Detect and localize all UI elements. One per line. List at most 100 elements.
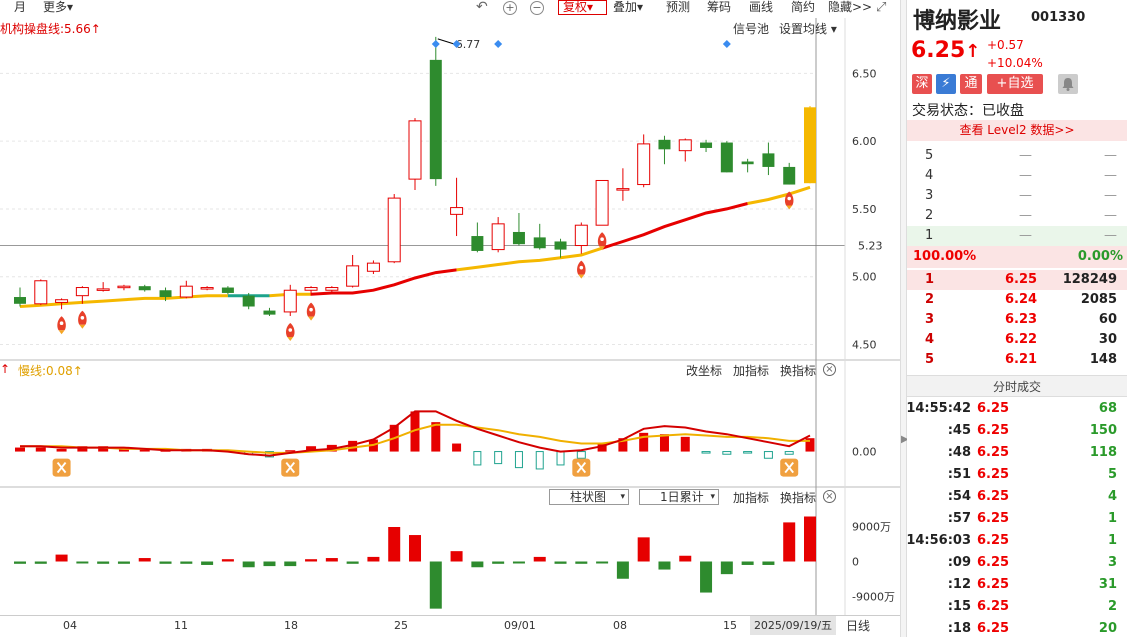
macd-bar (743, 451, 753, 454)
vol-add-indicator-button[interactable]: 加指标 (733, 489, 769, 506)
tick-price: 6.25 (977, 599, 1010, 614)
candle-body (200, 287, 214, 290)
volume-bar (616, 561, 629, 579)
macd-add-indicator-button[interactable]: 加指标 (733, 362, 769, 379)
candle-body (429, 59, 442, 180)
hide-button[interactable]: 隐藏>> (828, 0, 872, 16)
alert-bell-icon[interactable] (1058, 74, 1078, 94)
accumulation-select[interactable]: 1日累计 ▾ (639, 489, 719, 505)
connect-badge: 通 (960, 74, 982, 94)
draw-line-button[interactable]: 画线 (749, 0, 773, 16)
candle-body (366, 262, 380, 272)
tick-volume: 31 (1098, 577, 1117, 592)
price-tick: 4.50 (852, 338, 877, 351)
bid-row[interactable]: 5 6.21 148 (907, 350, 1127, 370)
ask-row[interactable]: 5 — — (907, 146, 1127, 166)
signal-diamond-icon (431, 40, 440, 48)
candle-body (741, 161, 754, 165)
tick-row: :45 6.25 150 (907, 421, 1127, 443)
volume-bar (554, 561, 567, 564)
forecast-button[interactable]: 预测 (666, 0, 690, 16)
candle-body (762, 153, 775, 167)
date-label: 08 (613, 619, 627, 632)
candle-body (346, 265, 360, 287)
tick-row: :12 6.25 31 (907, 575, 1127, 597)
lightning-icon[interactable]: ⚡ (936, 74, 956, 94)
bid-volume: 128249 (1062, 272, 1117, 287)
chips-button[interactable]: 筹码 (707, 0, 731, 16)
ask-level: 3 (925, 188, 934, 203)
bid-level: 3 (925, 312, 935, 327)
expand-icon[interactable]: ⤢ (876, 0, 886, 16)
volume-bar (201, 561, 214, 565)
ask-row[interactable]: 4 — — (907, 166, 1127, 186)
volume-bar (346, 561, 359, 564)
last-price: 6.25↑ (911, 38, 981, 63)
bid-level: 2 (925, 292, 935, 307)
max-price-pointer (437, 38, 454, 45)
volume-bar (367, 556, 380, 562)
period-label[interactable]: 日线 (846, 617, 870, 634)
bid-row[interactable]: 3 6.23 60 (907, 310, 1127, 330)
signal-pool-button[interactable]: 信号池 (733, 20, 769, 37)
bid-row[interactable]: 1 6.25 128249 (907, 270, 1127, 290)
kline-chart[interactable]: 6.506.005.505.004.505.236.770.009000万0-9… (0, 0, 900, 615)
level2-link[interactable]: 查看 Level2 数据>> (907, 120, 1127, 141)
fuquan-dropdown[interactable]: 复权▾ (558, 0, 607, 15)
simple-button[interactable]: 简约 (791, 0, 815, 16)
volume-bar (783, 522, 796, 562)
volume-bar (180, 561, 193, 564)
volume-bar (700, 561, 713, 593)
overlay-menu[interactable]: 叠加▾ (613, 0, 643, 16)
volume-bar (34, 561, 47, 564)
bid-price: 6.21 (1005, 352, 1038, 367)
volume-tick: -9000万 (852, 591, 895, 604)
add-watchlist-button[interactable]: +自选 (987, 74, 1043, 94)
tab-month[interactable]: 月 (14, 0, 26, 16)
candle-body (533, 237, 546, 249)
ask-row[interactable]: 3 — — (907, 186, 1127, 206)
ask-row[interactable]: 2 — — (907, 206, 1127, 226)
rocket-window (309, 307, 313, 312)
vol-switch-indicator-button[interactable]: 换指标 (780, 489, 816, 506)
candle-body (804, 107, 816, 184)
tick-price: 6.25 (977, 401, 1010, 416)
undo-icon[interactable]: ↶ (476, 0, 488, 16)
ask-volume: — (1104, 208, 1117, 223)
candle-body (616, 188, 630, 191)
zoom-in-icon[interactable]: + (503, 1, 517, 15)
bid-price: 6.25 (1005, 272, 1038, 287)
tick-row: :48 6.25 118 (907, 443, 1127, 465)
set-ma-button[interactable]: 设置均线 ▾ (779, 20, 837, 37)
volume-bar (804, 516, 816, 562)
bid-row[interactable]: 4 6.22 30 (907, 330, 1127, 350)
tick-price: 6.25 (977, 533, 1010, 548)
chart-type-select[interactable]: 柱状图 ▾ (549, 489, 629, 505)
bid-volume: 30 (1098, 332, 1117, 347)
macd-switch-indicator-button[interactable]: 换指标 (780, 362, 816, 379)
macd-close-icon[interactable]: × (823, 363, 836, 376)
candle-body (387, 197, 401, 263)
institution-line-label: 机构操盘线:5.66↑ (0, 22, 101, 36)
bid-row[interactable]: 2 6.24 2085 (907, 290, 1127, 310)
volume-bar (450, 551, 463, 562)
volume-bar (533, 556, 546, 562)
zoom-out-icon[interactable]: − (530, 1, 544, 15)
tick-time: 14:56:03 (906, 533, 971, 548)
institution-ma-line (19, 294, 228, 308)
tick-volume: 118 (1089, 445, 1117, 460)
volume-bar (284, 561, 297, 567)
signal-diamond-icon (722, 40, 731, 48)
volume-bar (596, 561, 609, 564)
volume-bar (305, 559, 318, 562)
tick-price: 6.25 (977, 489, 1010, 504)
vol-close-icon[interactable]: × (823, 490, 836, 503)
chevron-down-icon: ▾ (620, 492, 625, 502)
volume-bar (471, 561, 484, 568)
tick-volume: 150 (1089, 423, 1117, 438)
date-label: 15 (723, 619, 737, 632)
more-menu[interactable]: 更多▾ (43, 0, 73, 16)
ask-row[interactable]: 1 — — (907, 226, 1127, 246)
volume-bar (741, 561, 754, 565)
change-coord-button[interactable]: 改坐标 (686, 362, 722, 379)
